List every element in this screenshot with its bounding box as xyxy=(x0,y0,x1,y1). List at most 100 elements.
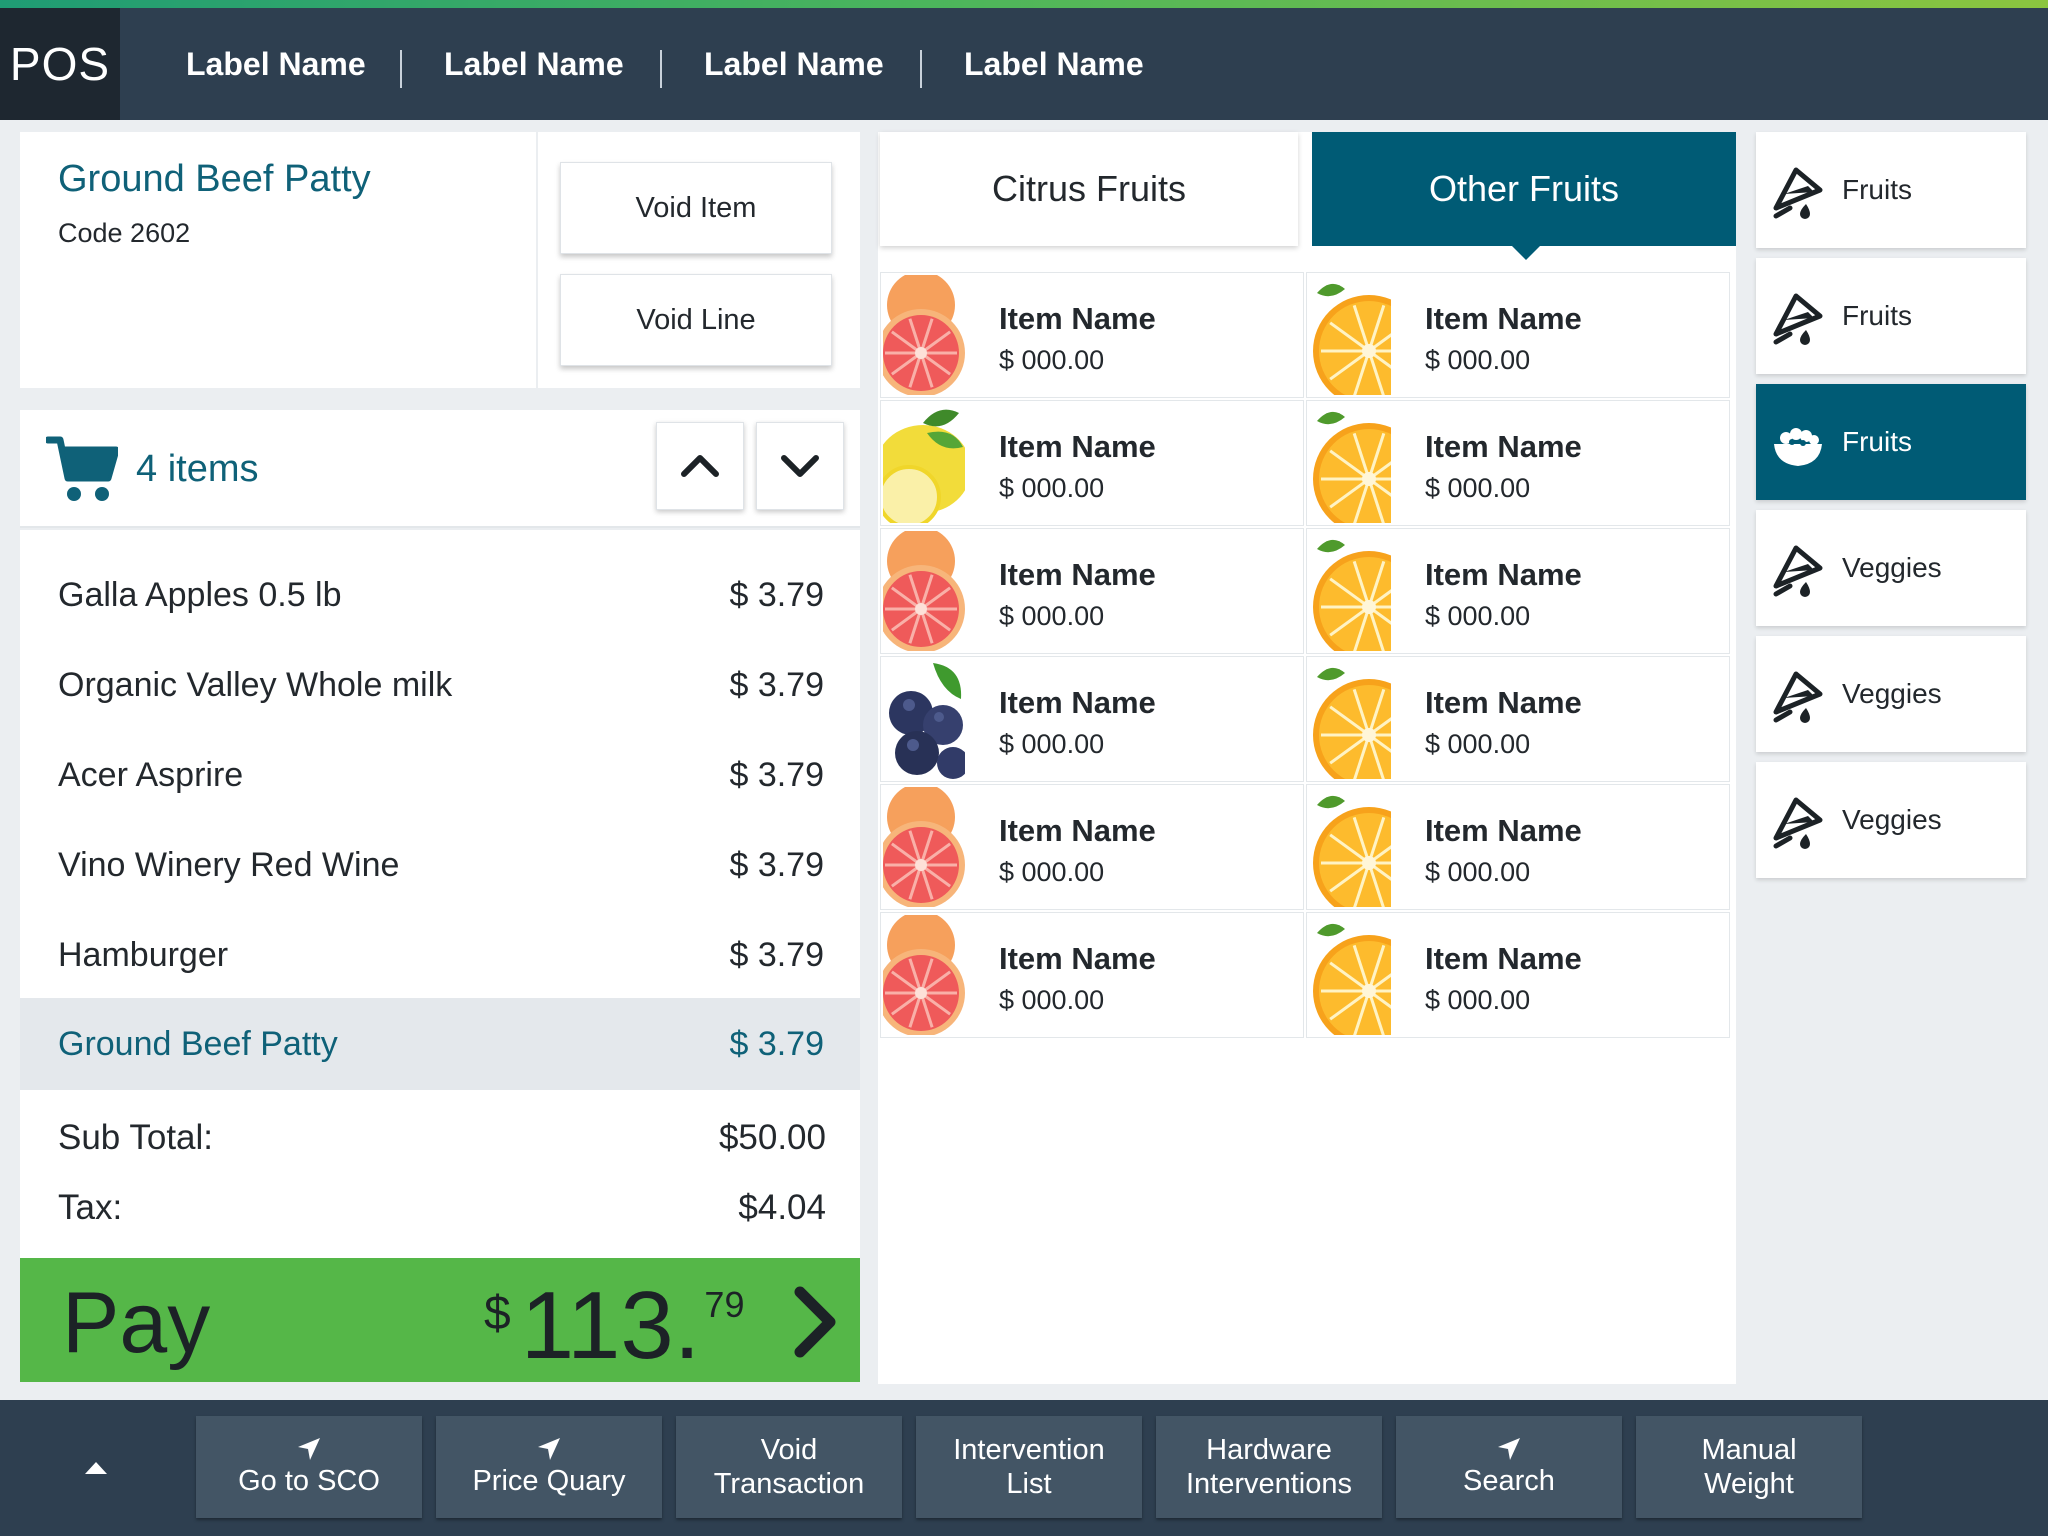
product-image-grapefruit xyxy=(883,787,965,907)
selected-item-code: Code 2602 xyxy=(58,218,191,248)
void-actions-panel: Void Item Void Line xyxy=(538,132,860,388)
bottom-action-button[interactable]: Hardware Interventions xyxy=(1156,1416,1382,1518)
department-button[interactable]: Fruits xyxy=(1756,258,2026,374)
product-image-orange xyxy=(1309,403,1391,523)
product-price: $ 000.00 xyxy=(1425,473,1531,503)
bottom-action-button[interactable]: Go to SCO xyxy=(196,1416,422,1518)
product-tile[interactable]: Item Name $ 000.00 xyxy=(1306,272,1730,398)
nav-divider xyxy=(920,50,922,88)
product-name: Item Name xyxy=(999,685,1156,720)
product-image-orange xyxy=(1309,659,1391,779)
department-button[interactable]: Veggies xyxy=(1756,510,2026,626)
product-name: Item Name xyxy=(1425,557,1582,592)
product-price: $ 000.00 xyxy=(1425,857,1531,887)
department-button[interactable]: Veggies xyxy=(1756,762,2026,878)
product-tile[interactable]: Item Name $ 000.00 xyxy=(880,272,1304,398)
subtotal-label: Sub Total: xyxy=(58,1118,214,1157)
chevron-right-icon xyxy=(794,1286,836,1358)
nav-tab-1[interactable]: Label Name xyxy=(186,8,366,120)
product-tile[interactable]: Item Name $ 000.00 xyxy=(880,528,1304,654)
cocktail-icon xyxy=(1773,167,1823,219)
product-image-orange xyxy=(1309,275,1391,395)
cart-header: 4 items xyxy=(20,410,860,528)
cart-line-name: Ground Beef Patty xyxy=(58,1024,338,1063)
bottom-action-button[interactable]: Void Transaction xyxy=(676,1416,902,1518)
cocktail-icon xyxy=(1773,545,1823,597)
bottom-button-label-top: Void xyxy=(760,1434,818,1466)
chevron-down-icon xyxy=(781,455,819,477)
navigation-arrow-icon xyxy=(538,1438,560,1460)
department-button[interactable]: Fruits xyxy=(1756,132,2026,248)
tab-other-fruits[interactable]: Other Fruits xyxy=(1312,132,1736,246)
pay-amount-whole: 113. xyxy=(520,1272,701,1379)
bottom-button-label-top: Hardware xyxy=(1206,1434,1332,1466)
scroll-down-button[interactable] xyxy=(756,422,844,510)
department-label: Veggies xyxy=(1842,804,1942,835)
cart-line-name: Acer Asprire xyxy=(58,755,244,794)
cart-item-count: 4 items xyxy=(136,448,259,490)
pay-amount: $ 113. 79 xyxy=(484,1272,745,1379)
cart-line[interactable]: Organic Valley Whole milk $ 3.79 xyxy=(20,640,860,730)
product-tile[interactable]: Item Name $ 000.00 xyxy=(880,912,1304,1038)
cart-line-selected[interactable]: Ground Beef Patty $ 3.79 xyxy=(20,998,860,1090)
product-image-orange xyxy=(1309,915,1391,1035)
bottom-action-button[interactable]: Search xyxy=(1396,1416,1622,1518)
product-image-lemon xyxy=(883,403,965,523)
department-label: Veggies xyxy=(1842,552,1942,583)
tab-citrus-fruits[interactable]: Citrus Fruits xyxy=(880,132,1298,246)
cart-line[interactable]: Galla Apples 0.5 lb $ 3.79 xyxy=(20,550,860,640)
totals-panel: Sub Total: $50.00 Tax: $4.04 xyxy=(20,1090,860,1258)
product-image-blueberries xyxy=(883,659,965,779)
expand-button[interactable] xyxy=(60,1422,132,1514)
bottom-button-label: Weight xyxy=(1704,1468,1794,1500)
pay-button[interactable]: Pay $ 113. 79 xyxy=(20,1258,860,1382)
product-price: $ 000.00 xyxy=(1425,729,1531,759)
product-name: Item Name xyxy=(1425,685,1582,720)
product-tile[interactable]: Item Name $ 000.00 xyxy=(880,400,1304,526)
department-button[interactable]: Fruits xyxy=(1756,384,2026,500)
cart-line[interactable]: Hamburger $ 3.79 xyxy=(20,910,860,1000)
nav-divider xyxy=(400,50,402,88)
product-tile[interactable]: Item Name $ 000.00 xyxy=(880,784,1304,910)
product-name: Item Name xyxy=(999,557,1156,592)
bottom-action-button[interactable]: Price Quary xyxy=(436,1416,662,1518)
product-tile[interactable]: Item Name $ 000.00 xyxy=(1306,912,1730,1038)
product-tile[interactable]: Item Name $ 000.00 xyxy=(1306,400,1730,526)
cocktail-icon xyxy=(1773,671,1823,723)
cart-line-price: $ 3.79 xyxy=(729,845,824,884)
department-button[interactable]: Veggies xyxy=(1756,636,2026,752)
tax-row: Tax: $4.04 xyxy=(58,1188,826,1228)
nav-tab-2[interactable]: Label Name xyxy=(444,8,624,120)
nav-tab-4[interactable]: Label Name xyxy=(964,8,1144,120)
pay-label: Pay xyxy=(62,1275,211,1371)
bottom-action-button[interactable]: Manual Weight xyxy=(1636,1416,1862,1518)
product-tile[interactable]: Item Name $ 000.00 xyxy=(1306,784,1730,910)
nav-tab-3[interactable]: Label Name xyxy=(704,8,884,120)
subtotal-value: $50.00 xyxy=(718,1118,826,1157)
product-name: Item Name xyxy=(1425,429,1582,464)
product-tile[interactable]: Item Name $ 000.00 xyxy=(1306,656,1730,782)
cart-line-price: $ 3.79 xyxy=(729,575,824,614)
cart-line[interactable]: Vino Winery Red Wine $ 3.79 xyxy=(20,820,860,910)
pay-currency: $ xyxy=(484,1287,511,1340)
chevron-up-icon xyxy=(681,455,719,477)
department-label: Fruits xyxy=(1842,174,1912,205)
void-line-button[interactable]: Void Line xyxy=(560,274,832,366)
product-tile[interactable]: Item Name $ 000.00 xyxy=(1306,528,1730,654)
department-label: Veggies xyxy=(1842,678,1942,709)
cart-line[interactable]: Acer Asprire $ 3.79 xyxy=(20,730,860,820)
pay-amount-cents: 79 xyxy=(704,1284,745,1325)
product-tile[interactable]: Item Name $ 000.00 xyxy=(880,656,1304,782)
cart-line-price: $ 3.79 xyxy=(729,935,824,974)
cocktail-icon xyxy=(1773,797,1823,849)
product-price: $ 000.00 xyxy=(1425,985,1531,1015)
cart-line-name: Organic Valley Whole milk xyxy=(58,665,453,704)
subtotal-row: Sub Total: $50.00 xyxy=(58,1118,826,1158)
void-item-button[interactable]: Void Item xyxy=(560,162,832,254)
product-price: $ 000.00 xyxy=(999,601,1105,631)
bottom-action-button[interactable]: Intervention List xyxy=(916,1416,1142,1518)
product-price: $ 000.00 xyxy=(999,857,1105,887)
tax-label: Tax: xyxy=(58,1188,123,1227)
scroll-up-button[interactable] xyxy=(656,422,744,510)
product-name: Item Name xyxy=(1425,301,1582,336)
